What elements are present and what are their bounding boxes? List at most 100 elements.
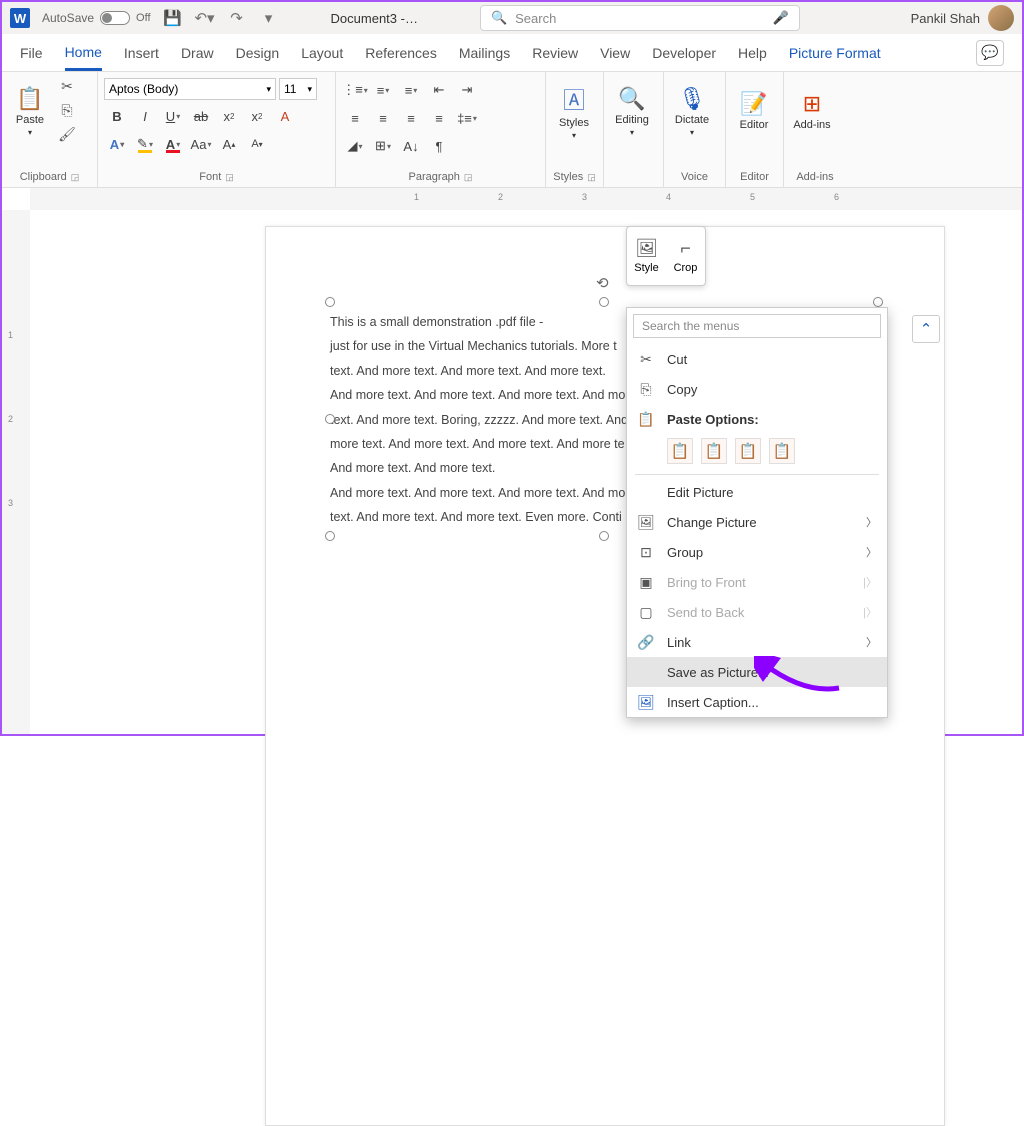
- sort-button[interactable]: A↓: [398, 134, 424, 158]
- save-icon[interactable]: 💾: [163, 9, 183, 27]
- group-voice: 🎙Dictate▾ Voice: [664, 72, 726, 187]
- resize-handle[interactable]: [873, 297, 883, 307]
- user-name: Pankil Shah: [911, 11, 980, 26]
- borders-button[interactable]: ⊞▾: [370, 134, 396, 158]
- clipboard-dialog-icon[interactable]: ◲: [71, 172, 80, 183]
- paste-button[interactable]: 📋 Paste ▾: [8, 76, 52, 146]
- change-picture-icon: 🖼: [637, 514, 655, 531]
- editing-button[interactable]: 🔍Editing▾: [610, 76, 654, 146]
- italic-button[interactable]: I: [132, 104, 158, 128]
- qat-dropdown-icon[interactable]: ▾: [259, 9, 279, 27]
- menu-save-as-picture[interactable]: Save as Picture...: [627, 657, 887, 687]
- menu-insert-caption[interactable]: 🖼Insert Caption...: [627, 687, 887, 717]
- align-left-button[interactable]: ≡: [342, 106, 368, 130]
- tab-home[interactable]: Home: [65, 36, 102, 71]
- paste-option-1[interactable]: 📋: [667, 438, 693, 464]
- text-effects-button[interactable]: A▾: [104, 132, 130, 156]
- microphone-icon[interactable]: 🎤: [773, 10, 789, 26]
- tab-insert[interactable]: Insert: [124, 37, 159, 69]
- tab-layout[interactable]: Layout: [301, 37, 343, 69]
- layout-options-button[interactable]: ⌃: [912, 315, 940, 343]
- shrink-font-button[interactable]: A▾: [244, 132, 270, 156]
- resize-handle[interactable]: [599, 531, 609, 541]
- autosave-toggle[interactable]: AutoSave Off: [42, 11, 151, 25]
- bullets-button[interactable]: ⋮≡▾: [342, 78, 368, 102]
- resize-handle[interactable]: [599, 297, 609, 307]
- cut-icon[interactable]: ✂: [56, 76, 78, 96]
- tab-design[interactable]: Design: [236, 37, 280, 69]
- tab-picture-format[interactable]: Picture Format: [789, 37, 881, 69]
- menu-group[interactable]: ⊡Group〉: [627, 537, 887, 567]
- menu-edit-picture[interactable]: Edit Picture: [627, 477, 887, 507]
- grow-font-button[interactable]: A▴: [216, 132, 242, 156]
- search-icon: 🔍: [491, 10, 507, 26]
- multilevel-button[interactable]: ≡▾: [398, 78, 424, 102]
- highlight-button[interactable]: ✎▾: [132, 132, 158, 156]
- bold-button[interactable]: B: [104, 104, 130, 128]
- horizontal-ruler[interactable]: 1 2 3 4 5 6: [2, 188, 1022, 210]
- search-box[interactable]: 🔍 Search 🎤: [480, 5, 800, 31]
- underline-button[interactable]: U▾: [160, 104, 186, 128]
- increase-indent-button[interactable]: ⇥: [454, 78, 480, 102]
- font-size-select[interactable]: 11▾: [279, 78, 317, 100]
- ribbon-tabs: File Home Insert Draw Design Layout Refe…: [2, 34, 1022, 72]
- word-app-icon: W: [10, 8, 30, 28]
- menu-search-input[interactable]: Search the menus: [633, 314, 881, 338]
- dictate-button[interactable]: 🎙Dictate▾: [670, 76, 714, 146]
- comments-button[interactable]: 💬: [976, 40, 1004, 66]
- tab-help[interactable]: Help: [738, 37, 767, 69]
- shading-button[interactable]: ◢▾: [342, 134, 368, 158]
- editor-icon: 📝: [740, 91, 767, 117]
- copy-icon[interactable]: ⎘: [56, 100, 78, 120]
- styles-button[interactable]: 🄰Styles▾: [552, 76, 596, 146]
- clear-formatting-button[interactable]: A: [272, 104, 298, 128]
- resize-handle[interactable]: [325, 414, 335, 424]
- redo-icon[interactable]: ↷: [227, 9, 247, 27]
- tab-developer[interactable]: Developer: [652, 37, 716, 69]
- paste-option-4[interactable]: 📋: [769, 438, 795, 464]
- font-color-button[interactable]: A▾: [160, 132, 186, 156]
- font-name-select[interactable]: Aptos (Body)▾: [104, 78, 276, 100]
- menu-cut[interactable]: ✂Cut: [627, 344, 887, 374]
- tab-mailings[interactable]: Mailings: [459, 37, 510, 69]
- tab-references[interactable]: References: [365, 37, 437, 69]
- show-marks-button[interactable]: ¶: [426, 134, 452, 158]
- resize-handle[interactable]: [325, 531, 335, 541]
- tab-draw[interactable]: Draw: [181, 37, 214, 69]
- undo-icon[interactable]: ↶▾: [195, 9, 215, 27]
- crop-button[interactable]: ⌐Crop: [666, 227, 705, 285]
- menu-link[interactable]: 🔗Link〉: [627, 627, 887, 657]
- numbering-button[interactable]: ≡▾: [370, 78, 396, 102]
- resize-handle[interactable]: [325, 297, 335, 307]
- subscript-button[interactable]: x2: [216, 104, 242, 128]
- toggle-switch-icon[interactable]: [100, 11, 130, 25]
- vertical-ruler[interactable]: 1 2 3: [2, 210, 30, 734]
- send-back-icon: ▢: [637, 604, 655, 621]
- styles-dialog-icon[interactable]: ◲: [587, 172, 596, 183]
- tab-review[interactable]: Review: [532, 37, 578, 69]
- paragraph-dialog-icon[interactable]: ◲: [464, 172, 473, 183]
- rotate-handle-icon[interactable]: ⟲: [596, 274, 612, 290]
- justify-button[interactable]: ≡: [426, 106, 452, 130]
- picture-style-button[interactable]: 🖼Style: [627, 227, 666, 285]
- menu-change-picture[interactable]: 🖼Change Picture〉: [627, 507, 887, 537]
- change-case-button[interactable]: Aa▾: [188, 132, 214, 156]
- editor-button[interactable]: 📝Editor: [732, 76, 776, 146]
- paste-option-3[interactable]: 📋: [735, 438, 761, 464]
- superscript-button[interactable]: x2: [244, 104, 270, 128]
- decrease-indent-button[interactable]: ⇤: [426, 78, 452, 102]
- format-painter-icon[interactable]: 🖌: [56, 124, 78, 144]
- line-spacing-button[interactable]: ‡≡▾: [454, 106, 480, 130]
- menu-copy[interactable]: ⎘Copy: [627, 374, 887, 404]
- document-title[interactable]: Document3 -…: [331, 11, 418, 26]
- tab-file[interactable]: File: [20, 37, 43, 69]
- paste-option-2[interactable]: 📋: [701, 438, 727, 464]
- align-right-button[interactable]: ≡: [398, 106, 424, 130]
- addins-button[interactable]: ⊞Add-ins: [790, 76, 834, 146]
- align-center-button[interactable]: ≡: [370, 106, 396, 130]
- user-avatar[interactable]: [988, 5, 1014, 31]
- user-account[interactable]: Pankil Shah: [911, 5, 1014, 31]
- strikethrough-button[interactable]: ab: [188, 104, 214, 128]
- font-dialog-icon[interactable]: ◲: [225, 172, 234, 183]
- tab-view[interactable]: View: [600, 37, 630, 69]
